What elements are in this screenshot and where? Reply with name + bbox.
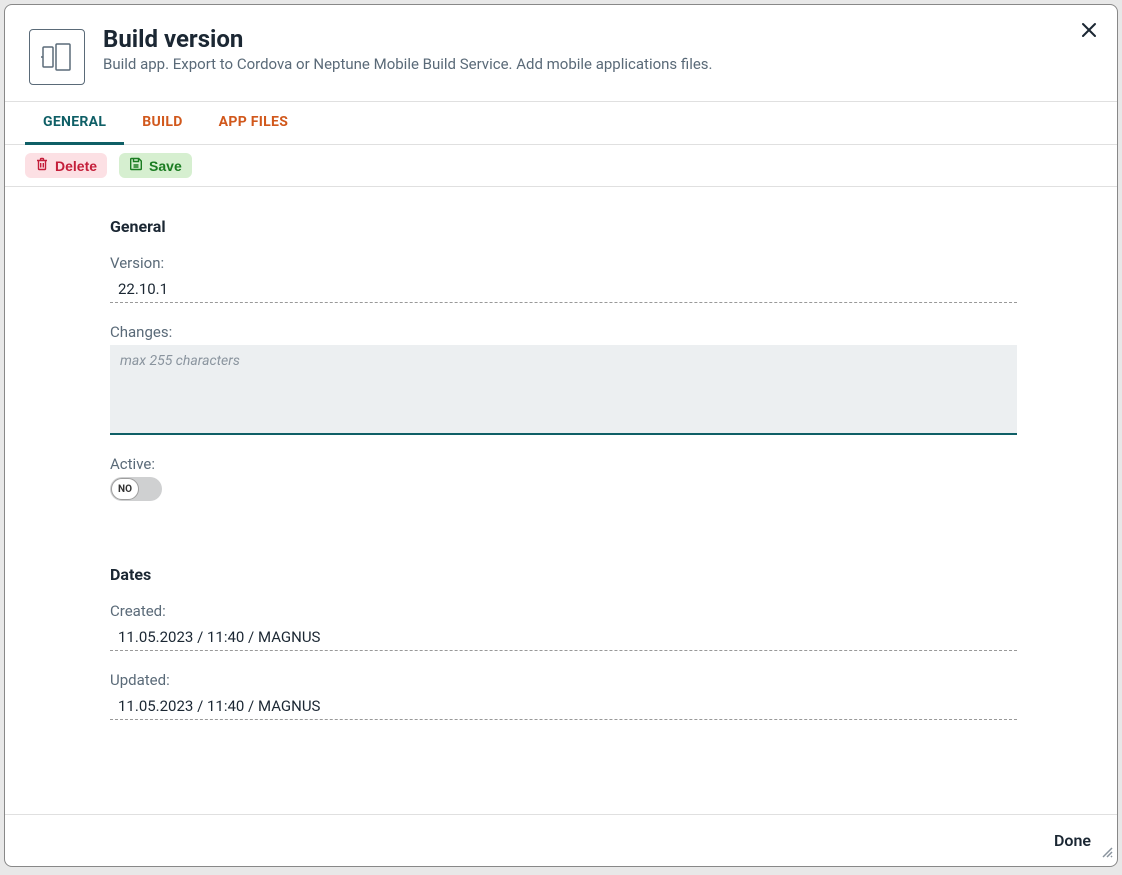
updated-value: 11.05.2023 / 11:40 / MAGNUS [110,693,1017,720]
version-field: Version: 22.10.1 [110,254,1097,303]
toolbar: Delete Save [5,145,1117,187]
trash-icon [35,157,49,174]
close-icon[interactable] [1081,21,1097,41]
done-button[interactable]: Done [1050,825,1095,856]
resize-handle-icon[interactable] [1099,843,1113,862]
active-toggle-state: NO [111,478,139,500]
build-version-dialog: Build version Build app. Export to Cordo… [4,4,1118,867]
tab-build[interactable]: BUILD [124,102,200,144]
created-label: Created: [110,602,1097,620]
save-icon [129,157,143,174]
dialog-title: Build version [103,25,713,53]
created-field: Created: 11.05.2023 / 11:40 / MAGNUS [110,602,1097,651]
build-version-icon [29,29,85,85]
updated-field: Updated: 11.05.2023 / 11:40 / MAGNUS [110,671,1097,720]
changes-label: Changes: [110,323,1097,341]
active-label: Active: [110,455,1097,473]
delete-button-label: Delete [55,158,97,174]
dates-section: Dates Created: 11.05.2023 / 11:40 / MAGN… [110,565,1097,720]
dates-section-title: Dates [110,565,1097,584]
version-label: Version: [110,254,1097,272]
dialog-subtitle: Build app. Export to Cordova or Neptune … [103,55,713,73]
header-text: Build version Build app. Export to Cordo… [103,25,713,73]
save-button[interactable]: Save [119,153,192,178]
version-value[interactable]: 22.10.1 [110,276,1017,303]
updated-label: Updated: [110,671,1097,689]
dialog-header: Build version Build app. Export to Cordo… [5,5,1117,101]
active-toggle[interactable]: NO [110,477,162,501]
tabs: GENERAL BUILD APP FILES [5,101,1117,145]
created-value: 11.05.2023 / 11:40 / MAGNUS [110,624,1017,651]
dialog-footer: Done [5,814,1117,866]
save-button-label: Save [149,158,182,174]
general-section: General Version: 22.10.1 Changes: Active… [110,217,1097,505]
changes-field: Changes: [110,323,1097,435]
general-section-title: General [110,217,1097,236]
delete-button[interactable]: Delete [25,153,107,178]
tab-app-files[interactable]: APP FILES [201,102,306,144]
tab-general[interactable]: GENERAL [25,102,124,145]
changes-textarea[interactable] [110,345,1017,435]
content: General Version: 22.10.1 Changes: Active… [5,187,1117,814]
active-field: Active: NO [110,455,1097,505]
